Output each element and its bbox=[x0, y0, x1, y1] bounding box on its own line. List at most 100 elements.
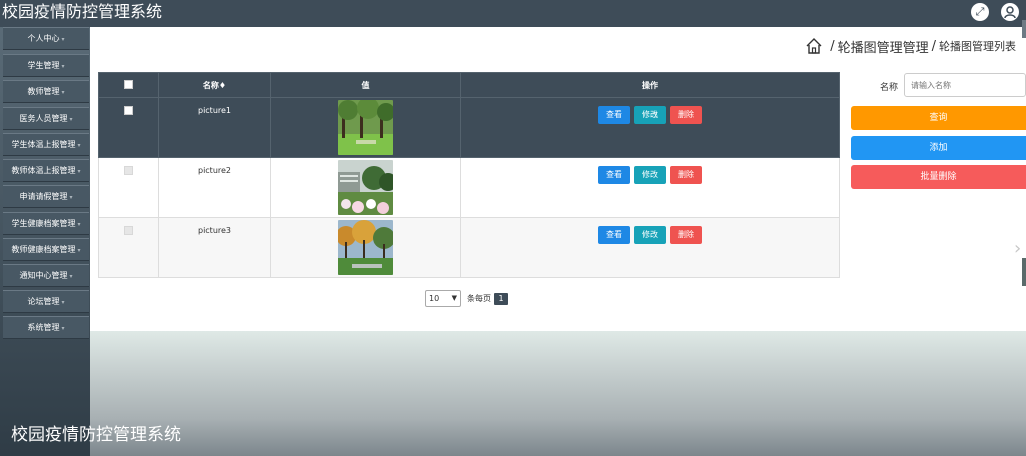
name-cell: picture2 bbox=[158, 157, 271, 218]
query-button[interactable]: 查询 bbox=[851, 106, 1026, 130]
view-button[interactable]: 查看 bbox=[598, 106, 630, 124]
table-row[interactable]: picture2 查看 修改 删除 bbox=[98, 157, 840, 218]
chevron-down-icon: ▾ bbox=[77, 247, 81, 254]
chevron-down-icon: ▾ bbox=[77, 221, 81, 228]
chevron-down-icon: ▾ bbox=[61, 325, 65, 332]
sidebar-item-label: 通知中心管理 bbox=[19, 271, 68, 280]
sort-icon[interactable]: ♦ bbox=[219, 81, 226, 90]
home-icon[interactable] bbox=[805, 37, 823, 55]
delete-button[interactable]: 删除 bbox=[670, 226, 702, 244]
carousel-table: 名称♦ 值 操作 picture1 查看 修改 删除 picture2 查看 修… bbox=[98, 72, 840, 278]
top-scroll-indicator bbox=[1022, 20, 1026, 38]
table-row[interactable]: picture3 查看 修改 删除 bbox=[98, 217, 840, 278]
delete-button[interactable]: 删除 bbox=[670, 166, 702, 184]
user-avatar-icon[interactable] bbox=[1001, 3, 1019, 21]
sidebar-item-personal-center[interactable]: 个人中心 ▾ bbox=[3, 27, 89, 50]
footer-title: 校园疫情防控管理系统 bbox=[11, 425, 181, 445]
breadcrumb: / 轮播图管理管理 / 轮播图管理列表 bbox=[805, 36, 1016, 56]
park-thumbnail-image[interactable] bbox=[338, 100, 393, 155]
edit-button[interactable]: 修改 bbox=[634, 226, 666, 244]
sidebar-item-label: 学生管理 bbox=[27, 61, 60, 70]
select-all-header bbox=[98, 72, 159, 98]
image-cell bbox=[270, 157, 461, 218]
pagination: 10 ▼ 条每页 1 bbox=[425, 290, 508, 307]
actions-cell: 查看 修改 删除 bbox=[460, 217, 840, 278]
edge-scroll-handle[interactable] bbox=[1022, 258, 1026, 286]
breadcrumb-separator: / bbox=[830, 38, 835, 54]
batch-delete-button[interactable]: 批量删除 bbox=[851, 165, 1026, 189]
sidebar-item-label: 教师健康档案管理 bbox=[11, 245, 76, 254]
sidebar-item-label: 教师体温上报管理 bbox=[11, 166, 76, 175]
sidebar-item-label: 系统管理 bbox=[27, 323, 60, 332]
edit-button[interactable]: 修改 bbox=[634, 106, 666, 124]
column-header-label: 操作 bbox=[642, 80, 658, 90]
sidebar-item-teacher-temperature[interactable]: 教师体温上报管理 ▾ bbox=[3, 159, 89, 182]
edit-button[interactable]: 修改 bbox=[634, 166, 666, 184]
row-checkbox[interactable] bbox=[124, 106, 133, 115]
sidebar-item-teacher-health[interactable]: 教师健康档案管理 ▾ bbox=[3, 238, 89, 261]
breadcrumb-section[interactable]: 轮播图管理管理 bbox=[838, 37, 929, 56]
table-header-row: 名称♦ 值 操作 bbox=[98, 72, 840, 98]
image-cell bbox=[270, 97, 461, 158]
sidebar-item-leave-requests[interactable]: 申请请假管理 ▾ bbox=[3, 185, 89, 208]
column-header-label: 名称 bbox=[202, 80, 219, 90]
chevron-down-icon: ▾ bbox=[69, 116, 73, 123]
search-label: 名称 bbox=[880, 83, 899, 93]
chevron-down-icon: ▾ bbox=[77, 142, 81, 149]
chevron-down-icon: ▾ bbox=[61, 36, 65, 43]
column-header-actions: 操作 bbox=[460, 72, 840, 98]
app-title: 校园疫情防控管理系统 bbox=[2, 2, 163, 21]
sidebar-item-student-temperature[interactable]: 学生体温上报管理 ▾ bbox=[3, 133, 89, 156]
image-cell bbox=[270, 217, 461, 278]
delete-button[interactable]: 删除 bbox=[670, 106, 702, 124]
chevron-down-icon: ▼ bbox=[451, 294, 457, 302]
name-cell: picture1 bbox=[158, 97, 271, 158]
expand-arrows-icon[interactable]: ⤢ bbox=[971, 3, 989, 21]
sidebar-item-label: 申请请假管理 bbox=[19, 192, 68, 201]
row-checkbox-cell bbox=[98, 217, 159, 278]
view-button[interactable]: 查看 bbox=[598, 226, 630, 244]
chevron-down-icon: ▾ bbox=[69, 273, 73, 280]
chevron-down-icon: ▾ bbox=[61, 63, 65, 70]
row-checkbox[interactable] bbox=[124, 226, 133, 235]
sidebar-item-student-health[interactable]: 学生健康档案管理 ▾ bbox=[3, 212, 89, 235]
page-number-button[interactable]: 1 bbox=[494, 292, 508, 305]
page-size-label: 条每页 bbox=[467, 294, 491, 303]
name-search-input[interactable] bbox=[904, 73, 1026, 97]
sidebar-item-students[interactable]: 学生管理 ▾ bbox=[3, 54, 89, 77]
sidebar-item-forum[interactable]: 论坛管理 ▾ bbox=[3, 290, 89, 313]
name-cell: picture3 bbox=[158, 217, 271, 278]
view-button[interactable]: 查看 bbox=[598, 166, 630, 184]
table-row[interactable]: picture1 查看 修改 删除 bbox=[98, 97, 840, 158]
actions-cell: 查看 修改 删除 bbox=[460, 157, 840, 218]
sidebar-item-medical-staff[interactable]: 医务人员管理 ▾ bbox=[3, 107, 89, 130]
breadcrumb-current-page: 轮播图管理列表 bbox=[939, 40, 1016, 53]
sidebar-item-label: 论坛管理 bbox=[27, 297, 60, 306]
hand-cursor-icon: ☝ bbox=[652, 110, 659, 121]
autumn-trees-thumbnail-image[interactable] bbox=[338, 220, 393, 275]
sidebar-item-label: 学生健康档案管理 bbox=[11, 219, 76, 228]
select-all-checkbox[interactable] bbox=[124, 79, 133, 89]
garden-thumbnail-image[interactable] bbox=[338, 160, 393, 215]
sidebar-item-system[interactable]: 系统管理 ▾ bbox=[3, 316, 89, 339]
breadcrumb-separator: / bbox=[931, 38, 936, 54]
sidebar: 个人中心 ▾ 学生管理 ▾ 教师管理 ▾ 医务人员管理 ▾ 学生体温上报管理 ▾ 教师体温… bbox=[0, 27, 90, 456]
column-header-value: 值 bbox=[270, 72, 461, 98]
row-checkbox-cell bbox=[98, 97, 159, 158]
chevron-right-icon[interactable]: › bbox=[1014, 238, 1021, 259]
page-size-select[interactable]: 10 ▼ bbox=[425, 290, 461, 307]
chevron-down-icon: ▾ bbox=[77, 168, 81, 175]
sidebar-item-label: 个人中心 bbox=[27, 34, 60, 43]
column-header-label: 值 bbox=[361, 80, 370, 90]
chevron-down-icon: ▾ bbox=[69, 194, 73, 201]
add-button[interactable]: 添加 bbox=[851, 136, 1026, 160]
page-size-value: 10 bbox=[429, 294, 440, 303]
sidebar-item-label: 医务人员管理 bbox=[19, 114, 68, 123]
sidebar-item-label: 学生体温上报管理 bbox=[11, 140, 76, 149]
sidebar-item-notifications[interactable]: 通知中心管理 ▾ bbox=[3, 264, 89, 287]
row-checkbox[interactable] bbox=[124, 166, 133, 175]
sidebar-item-label: 教师管理 bbox=[27, 87, 60, 96]
column-header-name[interactable]: 名称♦ bbox=[158, 72, 271, 98]
actions-cell: 查看 修改 删除 bbox=[460, 97, 840, 158]
sidebar-item-teachers[interactable]: 教师管理 ▾ bbox=[3, 80, 89, 103]
